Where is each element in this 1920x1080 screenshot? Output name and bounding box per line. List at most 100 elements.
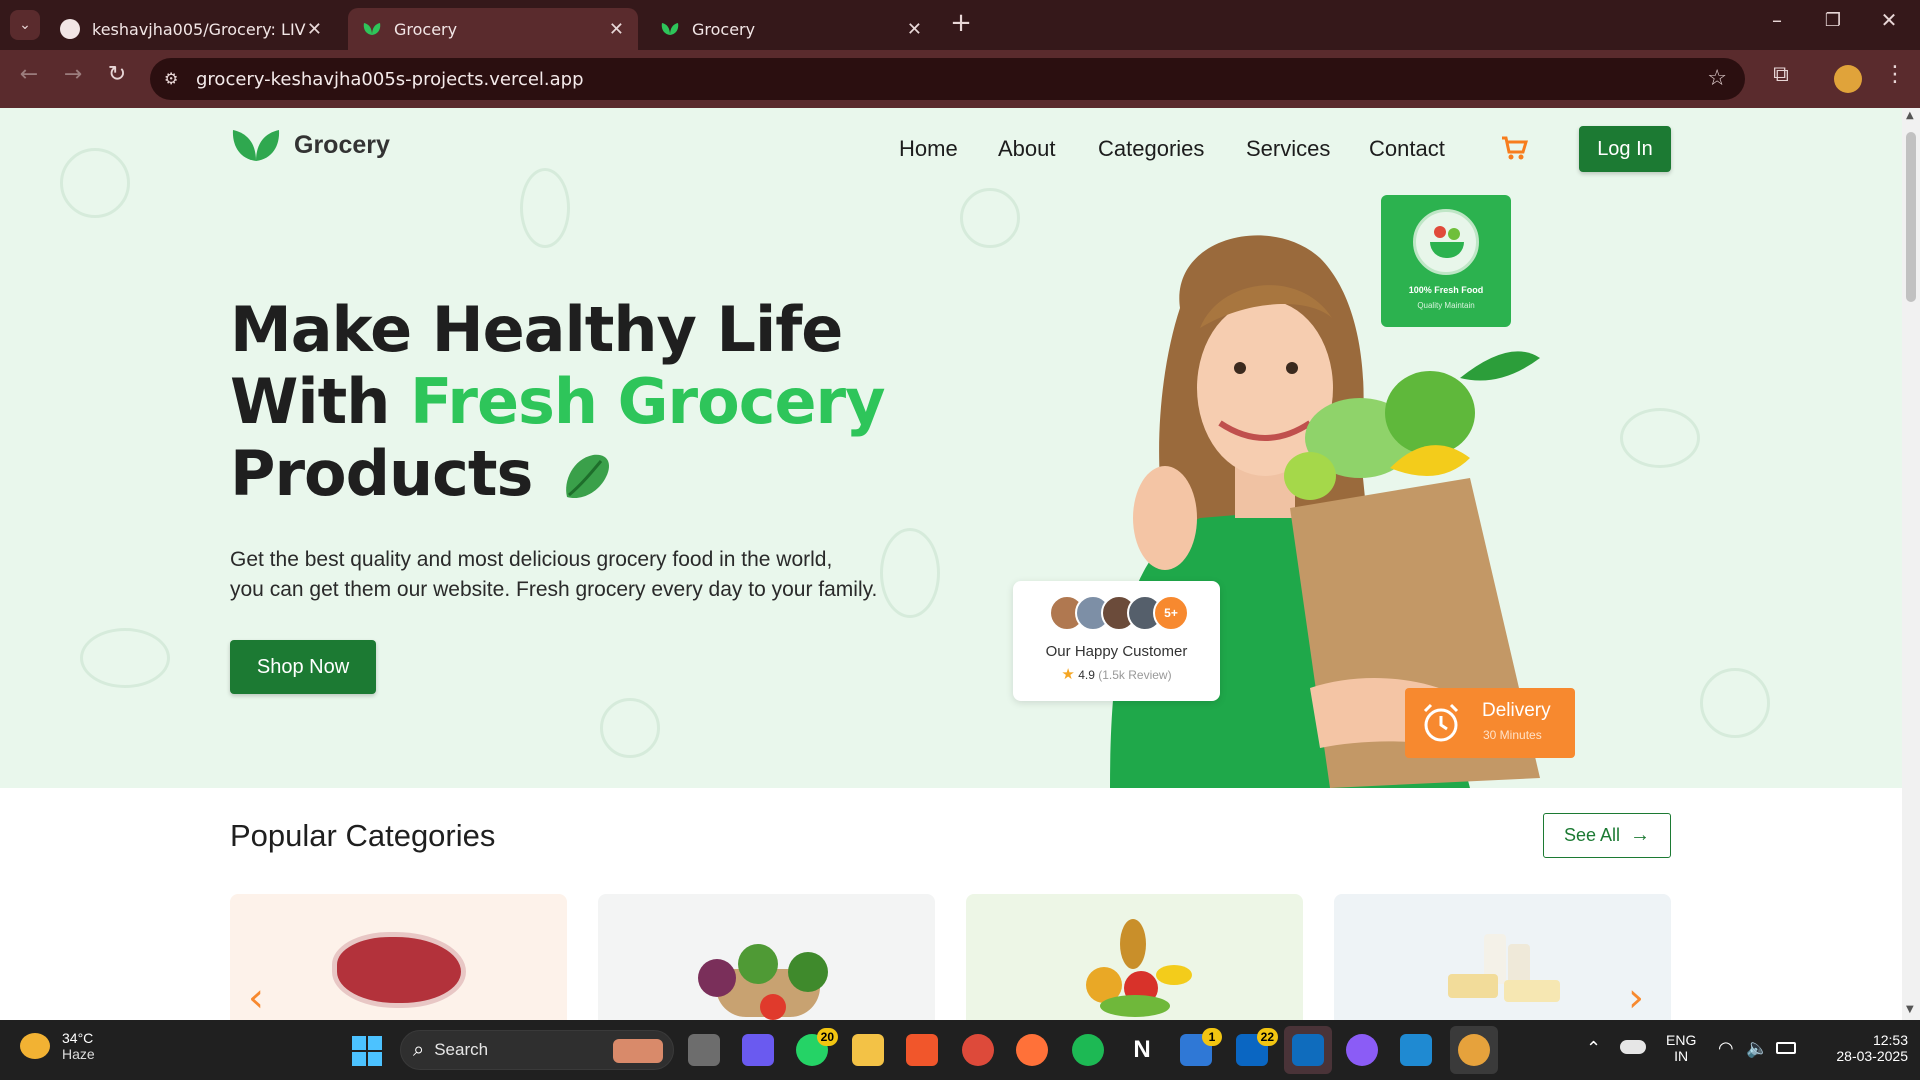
hero-headline-line3: Products xyxy=(230,437,615,510)
carousel-prev-icon[interactable]: ‹ xyxy=(248,978,264,1018)
chrome-profile-icon[interactable] xyxy=(1458,1034,1490,1066)
weather-temp: 34°C xyxy=(62,1030,94,1046)
linkedin-icon[interactable]: 22 xyxy=(1236,1028,1278,1066)
dairy-image xyxy=(1444,934,1564,1014)
scroll-up-icon[interactable]: ▲ xyxy=(1906,110,1914,121)
wifi-icon[interactable]: ◠ xyxy=(1718,1038,1734,1059)
extensions-icon[interactable]: ⧉ xyxy=(1766,62,1796,87)
todo-icon[interactable]: 1 xyxy=(1180,1028,1222,1066)
spotify-icon[interactable] xyxy=(1072,1034,1104,1066)
nav-services[interactable]: Services xyxy=(1246,136,1330,162)
tab-grocery-active[interactable]: Grocery ✕ xyxy=(348,8,638,50)
tab-grocery[interactable]: Grocery ✕ xyxy=(646,8,936,50)
tab-title: keshavjha005/Grocery: LIVE HE xyxy=(92,19,307,39)
whatsapp-badge: 20 xyxy=(816,1028,838,1046)
category-card-meat[interactable] xyxy=(230,894,567,1020)
delivery-title: Delivery xyxy=(1482,700,1551,721)
browser-toolbar: ← → ↻ ⚙ grocery-keshavjha005s-projects.v… xyxy=(0,50,1920,108)
category-card-fruits[interactable] xyxy=(966,894,1303,1020)
carousel-next-icon[interactable]: › xyxy=(1628,978,1644,1018)
site-info-icon[interactable]: ⚙ xyxy=(164,69,178,88)
forward-icon[interactable]: → xyxy=(58,62,88,87)
tab-search-button[interactable]: ⌄ xyxy=(10,10,40,40)
search-highlight-image xyxy=(613,1039,663,1063)
leaf-icon xyxy=(661,23,679,35)
close-window-icon[interactable]: ✕ xyxy=(1874,8,1904,32)
meat-image xyxy=(332,932,466,1008)
copilot-icon[interactable] xyxy=(742,1034,774,1066)
back-icon[interactable]: ← xyxy=(14,62,44,87)
url-text: grocery-keshavjha005s-projects.vercel.ap… xyxy=(196,68,584,90)
leaf-logo-icon xyxy=(232,130,280,161)
weather-widget[interactable]: 34°C Haze xyxy=(20,1030,95,1062)
close-icon[interactable]: ✕ xyxy=(609,19,624,40)
sun-haze-icon xyxy=(20,1033,50,1059)
whatsapp-icon[interactable]: 20 xyxy=(796,1028,838,1066)
nav-home[interactable]: Home xyxy=(899,136,958,162)
alarm-clock-icon xyxy=(1423,703,1459,742)
minimize-icon[interactable]: – xyxy=(1762,8,1792,32)
nav-about[interactable]: About xyxy=(998,136,1056,162)
shop-now-button[interactable]: Shop Now xyxy=(230,640,376,694)
task-view-icon[interactable] xyxy=(688,1034,720,1066)
arrow-right-icon: → xyxy=(1630,824,1651,846)
nav-contact[interactable]: Contact xyxy=(1369,136,1445,162)
outlook-icon[interactable] xyxy=(1292,1034,1324,1066)
scroll-thumb[interactable] xyxy=(1906,132,1916,302)
start-button[interactable] xyxy=(352,1036,382,1066)
taskbar-search[interactable]: ⌕ Search xyxy=(400,1030,674,1070)
tab-github[interactable]: keshavjha005/Grocery: LIVE HE ✕ xyxy=(46,8,336,50)
linkedin-badge: 22 xyxy=(1256,1028,1278,1046)
customer-card-title: Our Happy Customer xyxy=(1045,643,1188,660)
doodle-pattern xyxy=(60,148,130,218)
menu-icon[interactable]: ⋮ xyxy=(1880,62,1910,87)
search-label: Search xyxy=(434,1040,489,1059)
cart-icon[interactable] xyxy=(1500,134,1528,162)
hero-headline-line1: Make Healthy Life xyxy=(230,293,843,366)
vscode-icon[interactable] xyxy=(1400,1034,1432,1066)
weather-condition: Haze xyxy=(62,1046,95,1062)
firefox-icon[interactable] xyxy=(1016,1034,1048,1066)
login-button[interactable]: Log In xyxy=(1579,126,1671,172)
site-logo[interactable]: Grocery xyxy=(230,128,390,162)
category-card-dairy[interactable] xyxy=(1334,894,1671,1020)
notion-icon[interactable]: N xyxy=(1126,1034,1158,1066)
see-all-label: See All xyxy=(1563,825,1621,845)
address-bar[interactable]: ⚙ grocery-keshavjha005s-projects.vercel.… xyxy=(150,58,1745,100)
see-all-button[interactable]: See All → xyxy=(1543,813,1671,858)
restore-icon[interactable]: ❐ xyxy=(1818,10,1848,31)
volume-icon[interactable]: 🔈 xyxy=(1746,1038,1768,1059)
headline-text: With xyxy=(230,365,411,438)
nav-categories[interactable]: Categories xyxy=(1098,136,1204,162)
hero-headline-line2: With Fresh Grocery xyxy=(230,365,886,438)
close-icon[interactable]: ✕ xyxy=(907,19,922,40)
language-indicator[interactable]: ENG IN xyxy=(1666,1032,1696,1064)
close-icon[interactable]: ✕ xyxy=(307,19,322,40)
category-card-vegetables[interactable] xyxy=(598,894,935,1020)
scroll-down-icon[interactable]: ▼ xyxy=(1906,1004,1914,1015)
windows-taskbar: 34°C Haze ⌕ Search 20 N 1 22 ⌃ ENG IN ◠ … xyxy=(0,1020,1920,1080)
lang-line2: IN xyxy=(1674,1048,1689,1064)
new-tab-button[interactable]: + xyxy=(948,8,974,40)
bookmark-star-icon[interactable]: ☆ xyxy=(1707,66,1727,91)
clock[interactable]: 12:53 28-03-2025 xyxy=(1808,1032,1908,1064)
battery-icon[interactable] xyxy=(1776,1042,1796,1054)
doodle-pattern xyxy=(960,188,1020,248)
fruits-image xyxy=(1076,919,1196,1019)
logo-text: Grocery xyxy=(294,130,390,159)
onedrive-icon[interactable] xyxy=(1620,1040,1646,1054)
more-customers-badge: 5+ xyxy=(1153,595,1189,631)
delivery-card: Delivery 30 Minutes xyxy=(1405,688,1575,758)
webpage: Grocery Home About Categories Services C… xyxy=(0,108,1902,1020)
profile-avatar[interactable] xyxy=(1834,65,1862,93)
brave-icon[interactable] xyxy=(906,1034,938,1066)
headline-text: Products xyxy=(230,437,533,510)
github-desktop-icon[interactable] xyxy=(1346,1034,1378,1066)
search-icon: ⌕ xyxy=(413,1038,425,1061)
page-scrollbar[interactable]: ▲ ▼ xyxy=(1902,108,1920,1020)
show-hidden-icons[interactable]: ⌃ xyxy=(1586,1038,1601,1059)
reload-icon[interactable]: ↻ xyxy=(102,62,132,87)
file-explorer-icon[interactable] xyxy=(852,1034,884,1066)
chrome-icon[interactable] xyxy=(962,1034,994,1066)
categories-title: Popular Categories xyxy=(230,818,496,853)
